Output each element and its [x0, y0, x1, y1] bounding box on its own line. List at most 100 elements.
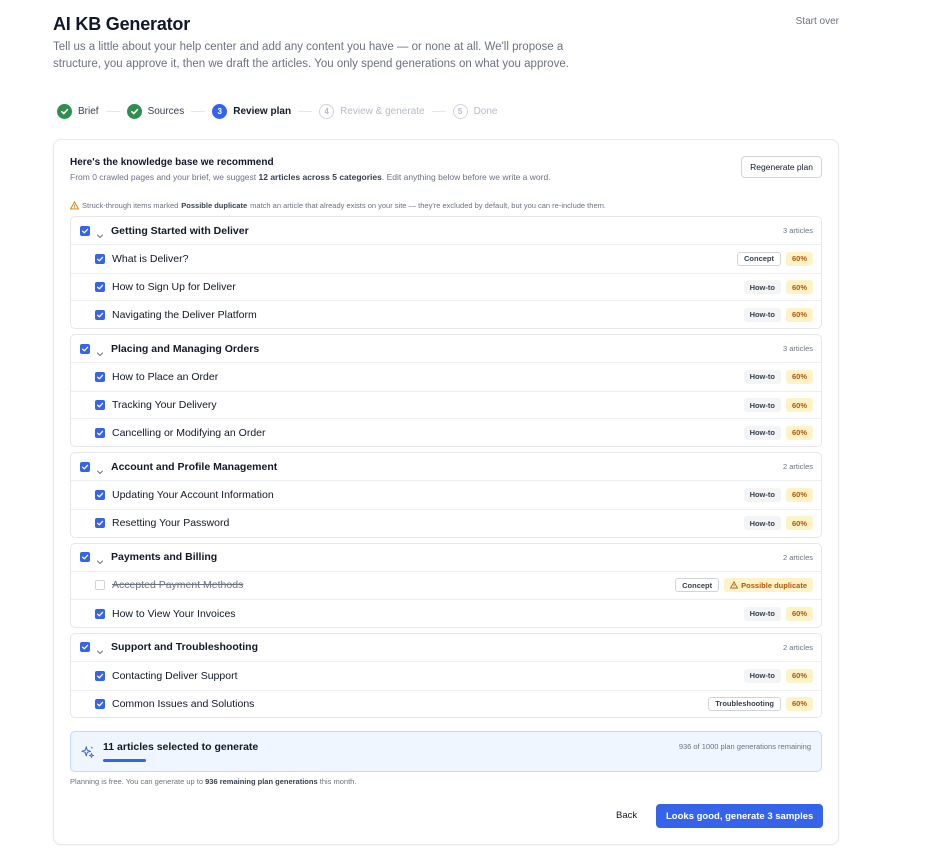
footnote: Planning is free. You can generate up to… — [70, 777, 356, 786]
category-checkbox[interactable] — [80, 343, 90, 354]
step-review-plan[interactable]: 3 Review plan — [212, 104, 291, 119]
article-count: 3 articles — [782, 344, 813, 354]
article-type-badge: How-to — [743, 280, 781, 295]
article-tags: How-to 60% — [743, 516, 813, 531]
step-label: Brief — [78, 106, 99, 117]
step-number: 3 — [212, 104, 228, 119]
article-checkbox[interactable] — [95, 518, 105, 529]
article-tags: How-to 60% — [743, 668, 813, 683]
article-title: Contacting Deliver Support — [112, 669, 238, 682]
step-label: Done — [473, 106, 498, 117]
article-row[interactable]: Updating Your Account Information How-to 6… — [71, 481, 821, 509]
chevron-down-icon[interactable] — [96, 463, 104, 474]
article-title: How to Sign Up for Deliver — [112, 281, 236, 294]
category-group: Getting Started with Deliver 3 articles Wh… — [70, 216, 822, 330]
article-count: 2 articles — [782, 552, 813, 562]
category-checkbox[interactable] — [80, 461, 90, 472]
article-title: Resetting Your Password — [112, 517, 230, 530]
category-header[interactable]: Getting Started with Deliver 3 articles — [71, 217, 821, 245]
confidence-badge: 60% — [785, 251, 813, 266]
article-tags: Troubleshooting 60% — [708, 696, 813, 711]
article-row[interactable]: Accepted Payment Methods Concept Possible … — [71, 572, 821, 600]
usage-bar — [103, 759, 146, 762]
start-over-link[interactable]: Start over — [796, 16, 839, 27]
article-checkbox[interactable] — [95, 282, 105, 293]
step-review-generate[interactable]: 4 Review & generate — [319, 104, 425, 119]
article-row[interactable]: Contacting Deliver Support How-to 60% — [71, 662, 821, 690]
plan-description-highlight: 12 articles across 5 categories — [258, 172, 382, 182]
article-type-badge: How-to — [743, 425, 781, 440]
category-checkbox[interactable] — [80, 642, 90, 653]
article-checkbox[interactable] — [95, 489, 105, 500]
article-row[interactable]: Common Issues and Solutions Troubleshooti… — [71, 689, 821, 718]
article-checkbox[interactable] — [95, 309, 105, 320]
chevron-down-icon[interactable] — [96, 227, 104, 238]
article-row[interactable]: Tracking Your Delivery How-to 60% — [71, 390, 821, 419]
article-type-badge: How-to — [743, 668, 781, 683]
category-name: Payments and Billing — [111, 551, 218, 563]
article-row[interactable]: Navigating the Deliver Platform How-to 60% — [71, 300, 821, 328]
article-row[interactable]: What is Deliver? Concept 60% — [71, 245, 821, 273]
category-list: Getting Started with Deliver 3 articles Wh… — [70, 216, 822, 723]
warning-icon — [730, 581, 739, 589]
article-checkbox[interactable] — [95, 400, 105, 411]
article-row[interactable]: How to Place an Order How-to 60% — [71, 363, 821, 391]
article-title: What is Deliver? — [112, 252, 189, 265]
article-title: Navigating the Deliver Platform — [112, 308, 257, 321]
article-row[interactable]: Resetting Your Password How-to 60% — [71, 508, 821, 537]
category-checkbox[interactable] — [80, 552, 90, 562]
step-sources[interactable]: Sources — [126, 104, 184, 119]
article-checkbox[interactable] — [95, 608, 105, 619]
category-checkbox[interactable] — [80, 225, 90, 236]
step-done[interactable]: 5 Done — [452, 104, 498, 119]
article-title: How to Place an Order — [112, 370, 219, 383]
article-count: 2 articles — [782, 642, 813, 652]
article-checkbox[interactable] — [95, 580, 105, 591]
article-type-badge: Concept — [736, 251, 781, 266]
possible-duplicate-badge: Possible duplicate — [724, 578, 813, 593]
article-checkbox[interactable] — [95, 698, 105, 709]
regenerate-plan-button[interactable]: Regenerate plan — [741, 156, 822, 178]
article-tags: How-to 60% — [743, 398, 813, 413]
article-type-badge: How-to — [743, 487, 781, 502]
article-checkbox[interactable] — [95, 670, 105, 681]
duplicate-label: Possible duplicate — [741, 580, 807, 590]
confidence-badge: 60% — [785, 487, 813, 502]
article-tags: Concept Possible duplicate — [675, 578, 813, 593]
category-header[interactable]: Support and Troubleshooting 2 articles — [71, 634, 821, 662]
article-checkbox[interactable] — [95, 427, 105, 438]
step-brief[interactable]: Brief — [57, 104, 99, 119]
confidence-badge: 60% — [785, 668, 813, 683]
article-row[interactable]: How to View Your Invoices How-to 60% — [71, 599, 821, 627]
chevron-down-icon[interactable] — [96, 553, 104, 564]
warning-icon — [70, 201, 79, 210]
article-checkbox[interactable] — [95, 371, 105, 382]
generate-samples-button[interactable]: Looks good, generate 3 samples — [656, 804, 824, 828]
article-checkbox[interactable] — [95, 253, 105, 264]
confidence-badge: 60% — [785, 369, 813, 384]
article-tags: How-to 60% — [743, 307, 813, 322]
selection-summary: 11 articles selected to generate 936 of … — [70, 731, 822, 772]
article-tags: How-to 60% — [743, 280, 813, 295]
stepper: Brief Sources 3 Review plan 4 Review & genera… — [57, 104, 497, 119]
step-separator — [191, 111, 206, 112]
category-header[interactable]: Account and Profile Management 2 articles — [71, 453, 821, 482]
article-title: Updating Your Account Information — [112, 488, 274, 501]
back-button[interactable]: Back — [616, 810, 637, 821]
plan-description-text: From 0 crawled pages and your brief, we … — [70, 172, 259, 182]
chevron-down-icon[interactable] — [96, 345, 104, 356]
article-count: 2 articles — [782, 462, 813, 472]
duplicate-notice: Struck-through items marked Possible dup… — [70, 201, 606, 210]
chevron-down-icon[interactable] — [96, 643, 104, 655]
article-row[interactable]: How to Sign Up for Deliver How-to 60% — [71, 272, 821, 301]
notice-text: Struck-through items marked — [82, 201, 179, 210]
category-group: Payments and Billing 2 articles Accepted P… — [70, 542, 822, 628]
category-header[interactable]: Placing and Managing Orders 3 articles — [71, 335, 821, 364]
article-type-badge: How-to — [743, 307, 781, 322]
plan-description: From 0 crawled pages and your brief, we … — [70, 172, 551, 182]
category-header[interactable]: Payments and Billing 2 articles — [71, 544, 821, 572]
article-row[interactable]: Cancelling or Modifying an Order How-to 60… — [71, 418, 821, 446]
category-name: Account and Profile Management — [111, 460, 278, 473]
footnote-text: Planning is free. You can generate up to — [70, 777, 206, 786]
article-title: How to View Your Invoices — [112, 607, 236, 620]
